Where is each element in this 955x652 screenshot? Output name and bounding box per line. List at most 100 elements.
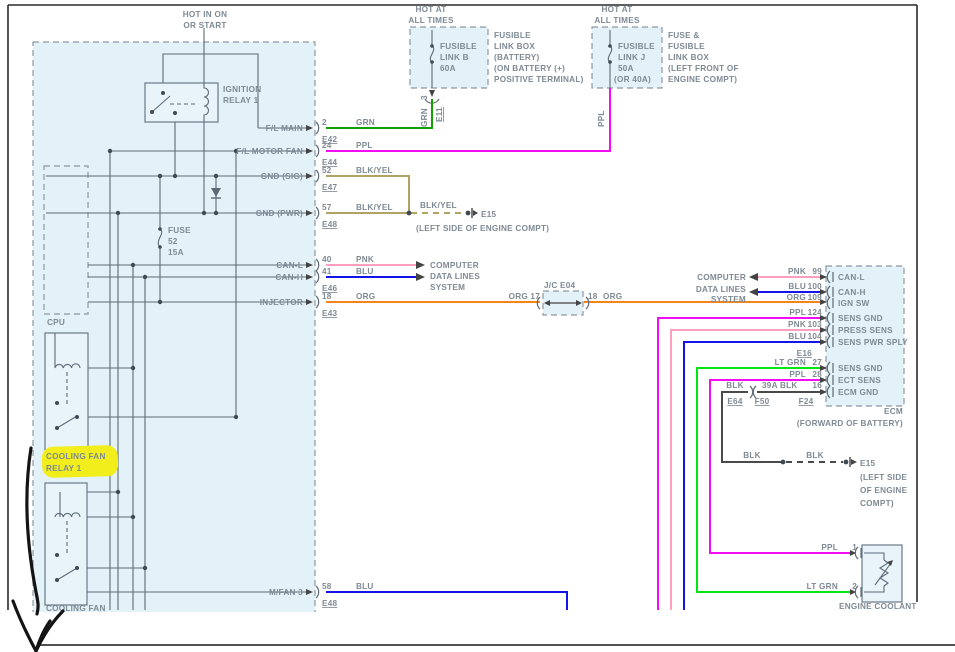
cooling-fan-relay-1	[45, 333, 88, 450]
svg-text:ALL TIMES: ALL TIMES	[408, 16, 454, 25]
ecm-location: (FORWARD OF BATTERY)	[797, 419, 903, 428]
svg-text:40: 40	[322, 255, 332, 264]
svg-text:24: 24	[322, 141, 332, 150]
ecm-title: ECM	[884, 407, 903, 416]
cpu-label: CPU	[47, 318, 65, 327]
jc-title: J/C E04	[544, 281, 576, 290]
svg-text:52: 52	[322, 166, 332, 175]
wiring-diagram: CPU FUSE 52 15A	[0, 0, 955, 652]
svg-text:PNK: PNK	[356, 255, 374, 264]
svg-text:BLK/YEL: BLK/YEL	[420, 201, 457, 210]
svg-text:E64: E64	[727, 397, 743, 406]
svg-text:ORG: ORG	[356, 292, 375, 301]
svg-text:28: 28	[812, 370, 822, 379]
svg-text:ECM GND: ECM GND	[838, 388, 878, 397]
e15-label: E15	[481, 210, 497, 219]
svg-text:LT GRN: LT GRN	[775, 358, 806, 367]
row-label: INJECTOR	[260, 298, 303, 307]
row-label: GND (SIG)	[261, 172, 303, 181]
svg-text:ALL TIMES: ALL TIMES	[594, 16, 640, 25]
datalines-right: COMPUTER DATA LINES SYSTEM	[696, 273, 758, 304]
svg-text:LINK BOX: LINK BOX	[668, 53, 709, 62]
svg-text:LINK B: LINK B	[440, 53, 469, 62]
jc-e04: J/C E04 ORG 17 18 ORG	[509, 281, 623, 315]
svg-text:(BATTERY): (BATTERY)	[494, 53, 539, 62]
cooling-fan-relay-1-label: COOLING FAN	[46, 452, 106, 461]
svg-text:2: 2	[852, 582, 857, 591]
row-label: CAN-L	[276, 261, 303, 270]
ppl-vertical-label: PPL	[597, 110, 606, 127]
svg-text:18: 18	[322, 292, 332, 301]
svg-text:BLK: BLK	[743, 451, 761, 460]
e15-right-label: E15	[860, 459, 876, 468]
svg-text:DATA LINES: DATA LINES	[696, 285, 746, 294]
svg-text:E47: E47	[322, 183, 338, 192]
svg-text:BLU: BLU	[788, 332, 806, 341]
svg-text:CAN-H: CAN-H	[838, 288, 866, 297]
svg-text:SENS PWR SPLY: SENS PWR SPLY	[838, 338, 908, 347]
svg-text:15A: 15A	[168, 248, 184, 257]
cpu-box	[44, 166, 88, 314]
svg-text:2: 2	[322, 118, 327, 127]
svg-text:99: 99	[812, 267, 822, 276]
svg-text:FUSIBLE: FUSIBLE	[440, 42, 477, 51]
svg-text:41: 41	[322, 267, 332, 276]
svg-text:27: 27	[812, 358, 822, 367]
row-label: M/FAN 3	[269, 588, 303, 597]
svg-text:PPL: PPL	[789, 308, 806, 317]
grn-vertical-label: GRN	[420, 108, 429, 127]
svg-text:BLU: BLU	[356, 582, 374, 591]
fusible-link-b: HOT AT ALL TIMES FUSIBLE LINK B 60A FUSI…	[408, 5, 583, 127]
svg-text:100: 100	[808, 282, 823, 291]
svg-text:60A: 60A	[440, 64, 456, 73]
svg-text:FUSE &: FUSE &	[668, 31, 700, 40]
svg-text:18: 18	[588, 292, 598, 301]
svg-text:BLK: BLK	[726, 381, 744, 390]
svg-text:GRN: GRN	[356, 118, 375, 127]
svg-text:SYSTEM: SYSTEM	[430, 283, 465, 292]
colored-wires	[326, 88, 852, 610]
svg-text:IGN SW: IGN SW	[838, 299, 870, 308]
ecm-gnd-splice-e15: BLK BLK E15 (LEFT SIDE OF ENGINE COMPT)	[743, 451, 907, 508]
svg-text:BLK/YEL: BLK/YEL	[356, 166, 393, 175]
gnd-splice-e15: BLK/YEL E15 (LEFT SIDE OF ENGINE COMPT)	[407, 201, 550, 233]
svg-text:57: 57	[322, 203, 332, 212]
svg-text:BLU: BLU	[788, 282, 806, 291]
svg-text:BLK/YEL: BLK/YEL	[356, 203, 393, 212]
svg-text:SENS GND: SENS GND	[838, 364, 883, 373]
svg-text:OR START: OR START	[183, 21, 226, 30]
svg-text:(LEFT SIDE OF ENGINE COMPT): (LEFT SIDE OF ENGINE COMPT)	[416, 224, 549, 233]
svg-text:BLU: BLU	[356, 267, 374, 276]
svg-text:104: 104	[808, 332, 823, 341]
svg-text:109: 109	[808, 293, 823, 302]
datalines-left: COMPUTER DATA LINES SYSTEM	[416, 261, 480, 292]
svg-text:SENS GND: SENS GND	[838, 314, 883, 323]
svg-text:FUSIBLE: FUSIBLE	[618, 42, 655, 51]
svg-text:16: 16	[812, 381, 822, 390]
fuse-label: FUSE	[168, 226, 191, 235]
svg-text:58: 58	[322, 582, 332, 591]
svg-text:ORG: ORG	[509, 292, 528, 301]
diagram-cut-band	[9, 612, 955, 644]
svg-text:ECT SENS: ECT SENS	[838, 376, 881, 385]
svg-text:BLK: BLK	[806, 451, 824, 460]
svg-text:CAN-L: CAN-L	[838, 273, 865, 282]
fusible-link-j: HOT AT ALL TIMES FUSIBLE LINK J 50A (OR …	[592, 5, 739, 127]
svg-text:PPL: PPL	[356, 141, 373, 150]
e11-label: E11	[435, 107, 444, 122]
e16-label: E16	[797, 349, 813, 358]
svg-text:RELAY 1: RELAY 1	[223, 96, 259, 105]
svg-text:PRESS SENS: PRESS SENS	[838, 326, 893, 335]
svg-text:E48: E48	[322, 220, 338, 229]
svg-text:1: 1	[852, 543, 857, 552]
svg-text:F50: F50	[755, 397, 770, 406]
svg-text:PPL: PPL	[821, 543, 838, 552]
svg-text:F24: F24	[799, 397, 814, 406]
svg-text:ORG: ORG	[787, 293, 806, 302]
svg-text:RELAY 1: RELAY 1	[46, 464, 82, 473]
svg-text:LINK BOX: LINK BOX	[494, 42, 535, 51]
svg-text:ORG: ORG	[603, 292, 622, 301]
svg-text:LINK J: LINK J	[618, 53, 645, 62]
svg-text:PNK: PNK	[788, 267, 806, 276]
svg-text:POSITIVE TERMINAL): POSITIVE TERMINAL)	[494, 75, 584, 84]
